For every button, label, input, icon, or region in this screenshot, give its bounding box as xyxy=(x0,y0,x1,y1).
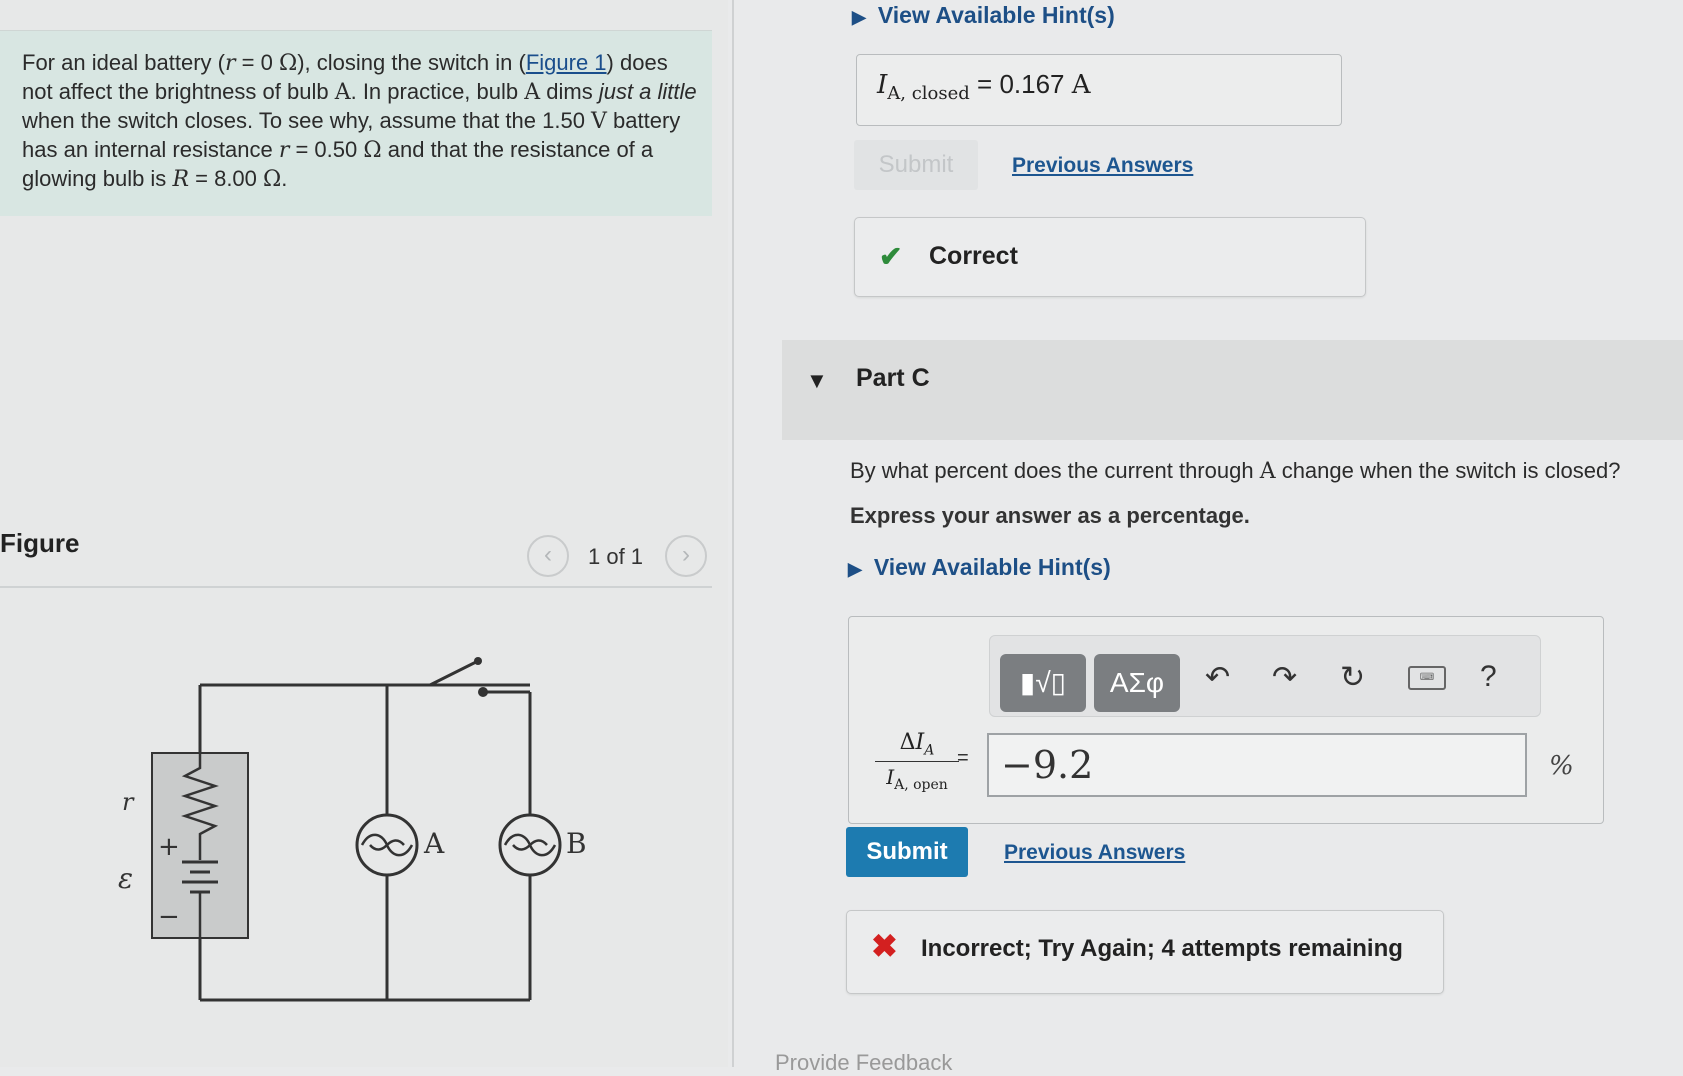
submit-button-part-b[interactable]: Submit xyxy=(854,140,978,190)
part-c-instruction: Express your answer as a percentage. xyxy=(850,503,1250,528)
internal-resistance-label: r xyxy=(122,788,135,816)
feedback-text: Incorrect; Try Again; 4 attempts remaini… xyxy=(921,935,1403,962)
caret-right-icon: ▶ xyxy=(848,559,862,579)
redo-icon[interactable]: ↷ xyxy=(1272,660,1297,695)
figure-title: Figure xyxy=(0,528,80,558)
figure-link[interactable]: Figure 1 xyxy=(526,50,607,75)
caret-right-icon: ▶ xyxy=(852,7,866,27)
circuit-diagram: r ε + − A B xyxy=(118,657,587,1002)
fraction-denominator: IA, open xyxy=(886,765,948,794)
next-figure-button[interactable]: › xyxy=(665,535,707,577)
view-hints-link-part-b[interactable]: ▶ View Available Hint(s) xyxy=(852,2,1115,29)
x-icon: ✖ xyxy=(871,928,898,964)
pane-divider xyxy=(732,0,734,1067)
bulb-a xyxy=(355,813,419,877)
reset-icon[interactable]: ↻ xyxy=(1340,660,1365,695)
emf-label: ε xyxy=(118,862,133,895)
part-c-answer-area: ▮√▯ ΑΣφ ↶ ↷ ↻ ⌨ ? ΔIA IA, open = −9.2 % xyxy=(848,616,1604,824)
switch-lever xyxy=(429,660,477,687)
keyboard-icon[interactable]: ⌨ xyxy=(1408,666,1446,690)
chevron-left-icon: ‹ xyxy=(544,541,552,568)
previous-figure-button[interactable]: ‹ xyxy=(527,535,569,577)
switch-contact xyxy=(478,687,488,697)
part-c-question: By what percent does the current through… xyxy=(850,458,1621,484)
templates-button[interactable]: ▮√▯ xyxy=(1000,654,1086,712)
part-b-answer-display: IA, closed = 0.167 A xyxy=(856,54,1342,126)
part-c-feedback: ✖ Incorrect; Try Again; 4 attempts remai… xyxy=(846,910,1444,994)
help-icon[interactable]: ? xyxy=(1480,660,1497,694)
provide-feedback-link[interactable]: Provide Feedback xyxy=(775,1050,952,1076)
unit-label: % xyxy=(1549,751,1574,781)
submit-button-part-c[interactable]: Submit xyxy=(846,827,968,877)
view-hints-link-part-c[interactable]: ▶ View Available Hint(s) xyxy=(848,554,1111,581)
part-c-header[interactable]: ▼ Part C xyxy=(782,340,1683,440)
answer-variable-fraction: ΔIA IA, open xyxy=(875,729,959,793)
problem-text: For an ideal battery (r = 0 Ω), closing … xyxy=(22,50,697,192)
caret-down-icon: ▼ xyxy=(806,368,828,393)
equals-sign: = xyxy=(957,747,969,769)
figure-counter: 1 of 1 xyxy=(588,544,644,569)
feedback-text: Correct xyxy=(929,242,1018,270)
bulb-b-label: B xyxy=(566,827,587,860)
switch-pivot xyxy=(474,657,482,665)
answer-input[interactable]: −9.2 xyxy=(987,733,1527,797)
bulb-b xyxy=(498,813,562,877)
previous-answers-link-part-c[interactable]: Previous Answers xyxy=(1004,841,1185,865)
part-title: Part C xyxy=(856,364,930,392)
plus-terminal-label: + xyxy=(158,832,180,862)
undo-icon[interactable]: ↶ xyxy=(1205,660,1230,695)
math-toolbar: ▮√▯ ΑΣφ ↶ ↷ ↻ ⌨ ? xyxy=(989,635,1541,717)
bulb-a-label: A xyxy=(423,827,445,860)
check-icon: ✔ xyxy=(879,241,903,272)
previous-answers-link-part-b[interactable]: Previous Answers xyxy=(1012,154,1193,178)
symbols-button[interactable]: ΑΣφ xyxy=(1094,654,1180,712)
fraction-numerator: ΔIA xyxy=(875,729,959,763)
problem-statement: For an ideal battery (r = 0 Ω), closing … xyxy=(0,30,712,216)
left-pane: For an ideal battery (r = 0 Ω), closing … xyxy=(0,0,728,1067)
chevron-right-icon: › xyxy=(682,541,690,568)
minus-terminal-label: − xyxy=(158,902,180,932)
part-b-answer-text: IA, closed = 0.167 A xyxy=(877,69,1091,105)
part-b-feedback: ✔ Correct xyxy=(854,217,1366,297)
